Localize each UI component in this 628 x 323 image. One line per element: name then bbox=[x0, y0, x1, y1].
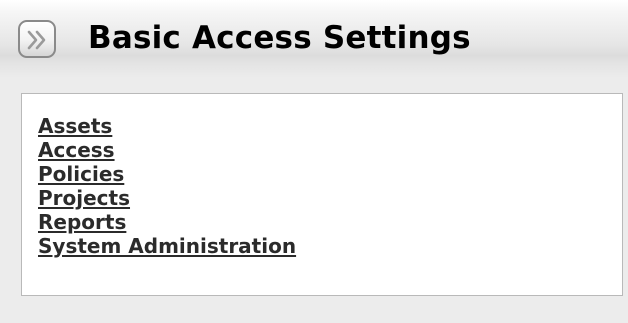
reports-link[interactable]: Reports bbox=[38, 210, 126, 234]
access-link[interactable]: Access bbox=[38, 138, 115, 162]
assets-link[interactable]: Assets bbox=[38, 114, 112, 138]
system-administration-link[interactable]: System Administration bbox=[38, 234, 296, 258]
policies-link[interactable]: Policies bbox=[38, 162, 124, 186]
access-settings-panel: Basic Access Settings Assets Access Poli… bbox=[0, 0, 628, 323]
list-item: Assets bbox=[38, 114, 296, 138]
double-chevron-right-icon bbox=[27, 30, 46, 50]
list-item: System Administration bbox=[38, 234, 296, 258]
panel-header: Basic Access Settings bbox=[0, 0, 628, 78]
list-item: Policies bbox=[38, 162, 296, 186]
settings-links-box: Assets Access Policies Projects Reports … bbox=[21, 93, 623, 296]
list-item: Reports bbox=[38, 210, 296, 234]
settings-link-list: Assets Access Policies Projects Reports … bbox=[38, 114, 296, 258]
page-title: Basic Access Settings bbox=[88, 20, 471, 56]
list-item: Projects bbox=[38, 186, 296, 210]
collapse-toggle-button[interactable] bbox=[18, 20, 56, 58]
list-item: Access bbox=[38, 138, 296, 162]
projects-link[interactable]: Projects bbox=[38, 186, 130, 210]
